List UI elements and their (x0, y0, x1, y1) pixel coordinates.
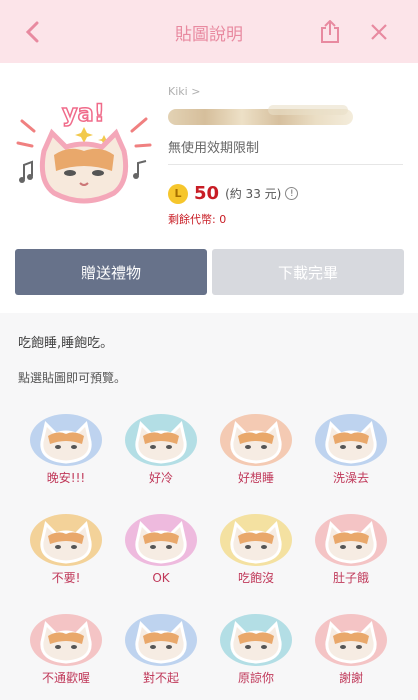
cat-sticker-icon: ya! (16, 98, 152, 204)
cat-sticker-icon: 吃飽沒 (220, 514, 292, 585)
svg-text:ya!: ya! (62, 99, 105, 127)
sticker-item[interactable]: 晚安!!! (20, 402, 112, 490)
sticker-caption: 謝謝 (339, 670, 363, 685)
sticker-caption: 原諒你 (238, 670, 274, 685)
sticker-caption: 洗澡去 (333, 471, 369, 485)
preview-hint: 點選貼圖即可預覽。 (18, 371, 127, 385)
sticker-item[interactable]: 不通歡喔 (20, 602, 112, 690)
line-coin-icon: L (168, 183, 188, 204)
share-button[interactable] (315, 17, 345, 47)
cat-sticker-icon: 謝謝 (315, 614, 387, 685)
close-icon (371, 24, 387, 40)
sticker-caption: 晚安!!! (47, 470, 85, 485)
sticker-item[interactable]: 好想睡 (210, 402, 302, 490)
sticker-item[interactable]: 原諒你 (210, 602, 302, 690)
sticker-item[interactable]: 洗澡去 (305, 402, 397, 490)
sticker-caption: 不要! (52, 571, 81, 585)
cat-sticker-icon: OK (125, 514, 197, 585)
page-title: 貼圖說明 (175, 25, 243, 45)
balance-label: 剩餘代幣 (168, 213, 212, 226)
sticker-caption: 肚子餓 (333, 570, 369, 585)
sticker-item[interactable]: 吃飽沒 (210, 502, 302, 590)
cat-sticker-icon: 好冷 (125, 414, 197, 485)
sticker-caption: 不通歡喔 (42, 670, 90, 685)
package-info: ya! Kiki > 無使用效期限制 L 50 (約 33 元) ! 剩餘代幣:… (0, 63, 418, 313)
download-complete-button[interactable]: 下載完畢 (212, 249, 404, 295)
cat-sticker-icon: 肚子餓 (315, 514, 387, 585)
sticker-item[interactable]: 謝謝 (305, 602, 397, 690)
sticker-item[interactable]: 對不起 (115, 602, 207, 690)
balance-value: : 0 (212, 213, 227, 226)
share-icon (321, 20, 339, 43)
divider (168, 164, 403, 165)
package-name-obscured (168, 105, 368, 131)
cat-sticker-icon: 對不起 (125, 614, 197, 685)
package-preview-image[interactable]: ya! (14, 91, 154, 231)
close-button[interactable] (364, 17, 394, 47)
sticker-item[interactable]: 不要! (20, 502, 112, 590)
coin-balance: 剩餘代幣: 0 (168, 211, 226, 227)
top-bar: 貼圖說明 (0, 0, 418, 63)
info-icon[interactable]: ! (285, 187, 299, 200)
sticker-item[interactable]: 好冷 (115, 402, 207, 490)
sticker-caption: 好想睡 (238, 470, 274, 485)
sticker-caption: 吃飽沒 (238, 570, 274, 585)
package-description: 吃飽睡,睡飽吃。 (18, 336, 114, 351)
send-gift-button[interactable]: 贈送禮物 (15, 249, 207, 295)
sticker-caption: OK (152, 571, 170, 585)
cat-sticker-icon: 不要! (30, 514, 102, 585)
price-row: L 50 (約 33 元) ! (168, 183, 299, 204)
cat-sticker-icon: 原諒你 (220, 614, 292, 685)
sticker-item[interactable]: 肚子餓 (305, 502, 397, 590)
validity-text: 無使用效期限制 (168, 141, 260, 156)
cat-sticker-icon: 好想睡 (220, 414, 292, 485)
cat-sticker-icon: 不通歡喔 (30, 614, 102, 685)
sticker-caption: 對不起 (143, 671, 179, 685)
cat-sticker-icon: 晚安!!! (30, 414, 102, 485)
price-value: 50 (194, 183, 220, 204)
sticker-caption: 好冷 (149, 471, 173, 485)
author-link[interactable]: Kiki > (168, 85, 200, 98)
cat-sticker-icon: 洗澡去 (315, 414, 387, 485)
price-note: (約 33 元) (225, 187, 282, 201)
sticker-item[interactable]: OK (115, 502, 207, 590)
